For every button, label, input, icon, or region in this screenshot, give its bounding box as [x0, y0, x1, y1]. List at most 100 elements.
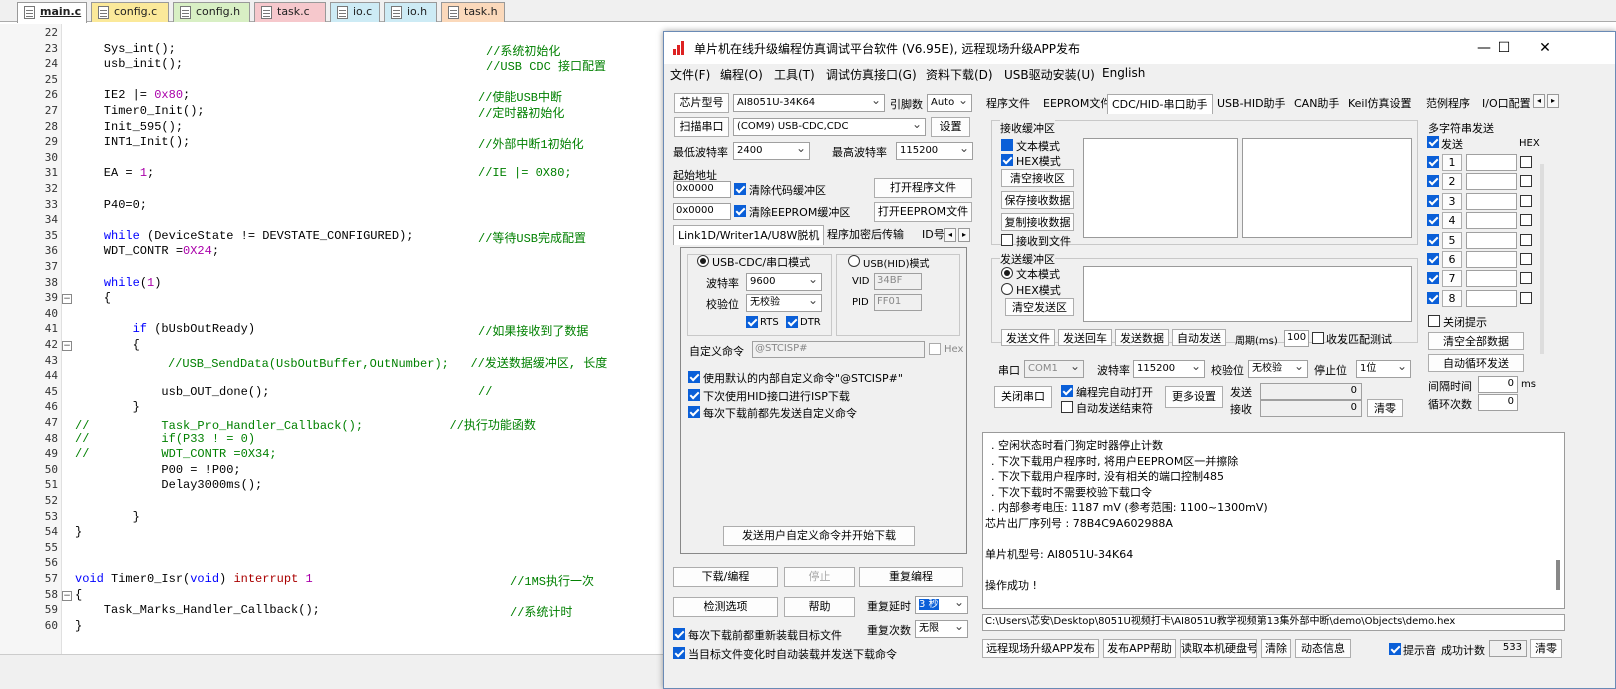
fold-toggle-icon[interactable]: − — [62, 590, 72, 601]
custom-hex-checkbox[interactable] — [929, 343, 941, 355]
bottom-button-4[interactable]: 动态信息 — [1295, 639, 1351, 658]
tab-encrypt[interactable]: 程序加密后传输 — [823, 225, 908, 245]
multi-scrollbar[interactable] — [1540, 164, 1544, 354]
dtr-checkbox[interactable] — [786, 316, 798, 328]
tab-file-5[interactable]: io.h — [384, 2, 437, 22]
clear-code-checkbox[interactable] — [734, 183, 746, 195]
custom-command-field[interactable]: @STCISP# — [752, 341, 925, 358]
menu-item-4[interactable]: 资料下载(D) — [926, 66, 993, 83]
menu-item-5[interactable]: USB驱动安装(U) — [1004, 66, 1095, 83]
right-tab-1[interactable]: EEPROM文件 — [1039, 94, 1115, 114]
tx-text-radio[interactable] — [1001, 267, 1013, 279]
receive-hex-area[interactable] — [1242, 138, 1412, 238]
multi-row-input[interactable] — [1466, 192, 1517, 210]
multi-row-send-button[interactable]: 5 — [1442, 231, 1462, 249]
multi-row-checkbox[interactable] — [1427, 194, 1439, 207]
multi-send-checkbox[interactable] — [1427, 136, 1439, 148]
right-tab-scroll-left-icon[interactable]: ◂ — [1533, 94, 1545, 108]
min-baud-select[interactable]: 2400 — [733, 142, 810, 160]
tab-file-3[interactable]: task.c — [254, 2, 326, 22]
more-settings-button[interactable]: 更多设置 — [1165, 386, 1223, 408]
tab-file-6[interactable]: task.h — [441, 2, 505, 22]
multi-row-hex-checkbox[interactable] — [1520, 175, 1532, 188]
autoload-checkbox[interactable] — [673, 647, 685, 659]
log-scrollbar-thumb[interactable] — [1556, 560, 1560, 590]
bottom-button-2[interactable]: 读取本机硬盘号 — [1180, 639, 1257, 658]
right-tab-5[interactable]: Keil仿真设置 — [1344, 94, 1416, 114]
rx-hex-checkbox[interactable] — [1001, 154, 1013, 166]
multi-row-input[interactable] — [1466, 154, 1517, 171]
sound-checkbox[interactable] — [1389, 643, 1401, 655]
receive-text-area[interactable] — [1083, 138, 1238, 238]
port-select[interactable]: (COM9) USB-CDC,CDC — [733, 118, 926, 136]
send-cmd-first-checkbox[interactable] — [688, 406, 700, 418]
default-cmd-checkbox[interactable] — [688, 371, 700, 383]
repeat-count-select[interactable]: 无限 — [915, 620, 968, 638]
multi-row-checkbox[interactable] — [1427, 233, 1439, 246]
right-tab-scroll-right-icon[interactable]: ▸ — [1547, 94, 1559, 108]
scan-port-button[interactable]: 扫描串口 — [674, 117, 729, 137]
multi-row-hex-checkbox[interactable] — [1520, 272, 1532, 285]
parity2-select[interactable]: 无校验 — [1248, 360, 1308, 378]
menu-item-2[interactable]: 工具(T) — [774, 66, 815, 83]
subtab-scroll-left-icon[interactable]: ◂ — [944, 228, 956, 242]
rx-to-file-checkbox[interactable] — [1001, 234, 1013, 246]
tab-file-0[interactable]: main.c — [17, 2, 87, 23]
reprogram-button[interactable]: 重复编程 — [859, 567, 963, 587]
right-tab-3[interactable]: USB-HID助手 — [1213, 94, 1290, 114]
hid-isp-checkbox[interactable] — [688, 389, 700, 401]
bottom-button-1[interactable]: 发布APP帮助 — [1103, 639, 1176, 658]
multi-row-send-button[interactable]: 3 — [1442, 192, 1462, 210]
chip-model-select[interactable]: AI8051U-34K64 — [733, 94, 885, 112]
baud-select[interactable]: 9600 — [746, 273, 822, 291]
usb-cdc-radio[interactable] — [697, 255, 709, 267]
clear-success-button[interactable]: 清零 — [1530, 639, 1562, 658]
auto-send-button[interactable]: 自动发送 — [1172, 329, 1226, 346]
subtab-scroll-right-icon[interactable]: ▸ — [958, 228, 970, 242]
save-receive-button[interactable]: 保存接收数据 — [1001, 191, 1074, 209]
close-port-button[interactable]: 关闭串口 — [994, 386, 1052, 408]
fold-toggle-icon[interactable]: − — [62, 341, 72, 351]
close-icon[interactable]: ✕ — [1530, 37, 1560, 59]
multi-row-input[interactable] — [1466, 173, 1517, 191]
period-field[interactable]: 100 — [1284, 330, 1309, 347]
auto-open-checkbox[interactable] — [1061, 385, 1073, 397]
send-file-button[interactable]: 发送文件 — [1001, 329, 1055, 346]
multi-row-checkbox[interactable] — [1427, 156, 1439, 168]
multi-row-send-button[interactable]: 1 — [1442, 154, 1462, 171]
reload-checkbox[interactable] — [673, 628, 685, 640]
bottom-button-0[interactable]: 远程现场升级APP发布 — [982, 639, 1099, 658]
menu-item-3[interactable]: 调试仿真接口(G) — [826, 66, 917, 83]
help-button[interactable]: 帮助 — [784, 597, 855, 617]
multi-row-checkbox[interactable] — [1427, 291, 1439, 304]
baud2-select[interactable]: 115200 — [1133, 360, 1205, 378]
code-address-field[interactable]: 0x0000 — [673, 181, 731, 198]
tab-file-2[interactable]: config.h — [173, 2, 250, 22]
multi-row-hex-checkbox[interactable] — [1520, 233, 1532, 246]
rts-checkbox[interactable] — [746, 316, 758, 328]
right-tab-0[interactable]: 程序文件 — [982, 94, 1034, 114]
multi-row-send-button[interactable]: 4 — [1442, 212, 1462, 230]
pin-count-select[interactable]: Auto — [927, 94, 972, 112]
multi-row-hex-checkbox[interactable] — [1520, 291, 1532, 304]
eeprom-address-field[interactable]: 0x0000 — [673, 203, 731, 220]
usb-hid-radio[interactable] — [848, 255, 860, 267]
open-program-file-button[interactable]: 打开程序文件 — [874, 178, 972, 198]
right-tab-2[interactable]: CDC/HID-串口助手 — [1107, 94, 1213, 114]
multi-row-checkbox[interactable] — [1427, 214, 1439, 227]
clear-send-button[interactable]: 清空发送区 — [1005, 298, 1074, 316]
multi-row-checkbox[interactable] — [1427, 175, 1439, 188]
send-data-button[interactable]: 发送数据 — [1115, 329, 1169, 346]
menu-item-0[interactable]: 文件(F) — [670, 66, 710, 83]
parity-select[interactable]: 无校验 — [746, 294, 822, 312]
check-options-button[interactable]: 检测选项 — [673, 597, 778, 617]
auto-loop-button[interactable]: 自动循环发送 — [1428, 354, 1524, 372]
stop-button[interactable]: 停止 — [784, 567, 855, 587]
clear-all-button[interactable]: 清空全部数据 — [1428, 332, 1524, 350]
download-button[interactable]: 下载/编程 — [673, 567, 778, 587]
stop-bits-select[interactable]: 1位 — [1356, 360, 1411, 378]
bottom-button-3[interactable]: 清除 — [1261, 639, 1291, 658]
clear-count-button[interactable]: 清零 — [1367, 399, 1403, 417]
repeat-delay-select[interactable]: 3 秒 — [915, 596, 968, 614]
multi-row-checkbox[interactable] — [1427, 272, 1439, 285]
